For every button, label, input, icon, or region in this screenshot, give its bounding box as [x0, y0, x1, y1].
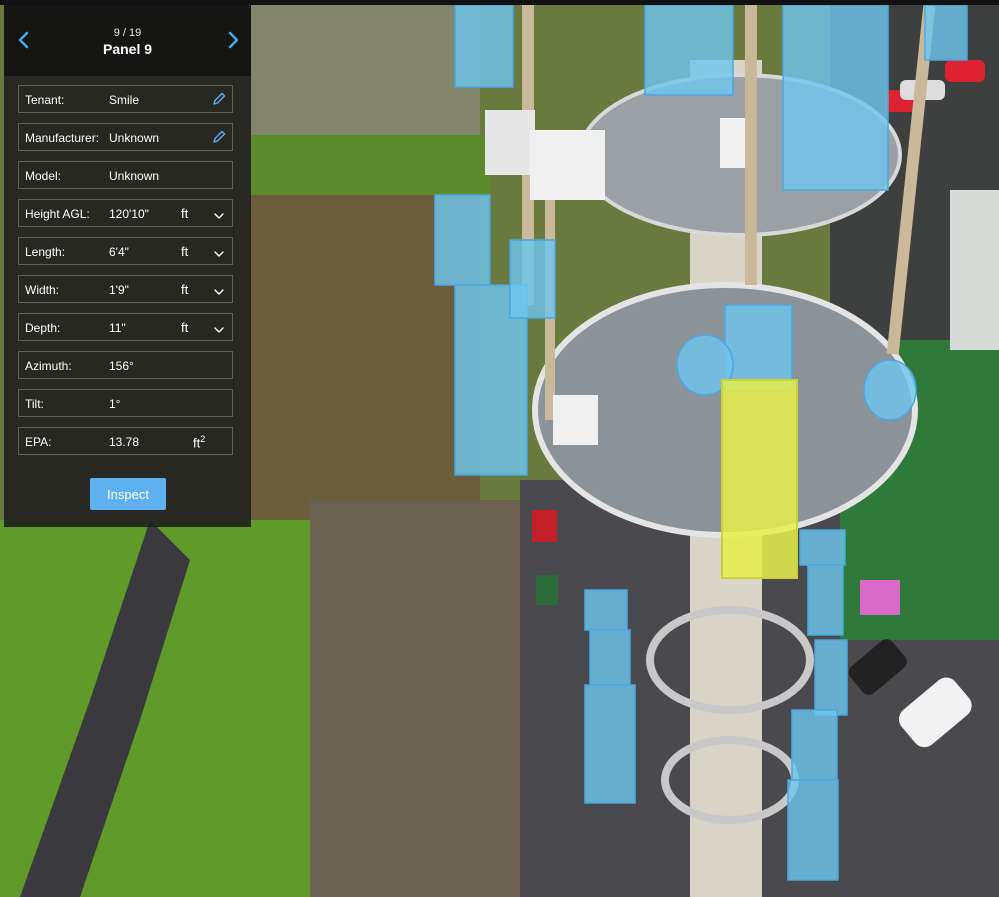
antenna-panel[interactable] — [589, 629, 631, 686]
unit-exponent: 2 — [200, 434, 206, 444]
red-bin — [532, 510, 557, 542]
chevron-down-icon — [214, 251, 224, 257]
antenna-panel[interactable] — [782, 4, 889, 191]
length-field: Length: 6'4" ft — [18, 237, 233, 265]
pencil-icon — [213, 92, 226, 105]
inspect-button[interactable]: Inspect — [90, 478, 166, 510]
unit-dropdown-button[interactable] — [213, 246, 225, 264]
field-value: 1° — [109, 397, 121, 411]
field-label: Length: — [25, 245, 66, 259]
tilt-field: Tilt: 1° — [18, 389, 233, 417]
field-label: Tilt: — [25, 397, 44, 411]
unit-dropdown-button[interactable] — [213, 208, 225, 226]
depth-field: Depth: 11" ft — [18, 313, 233, 341]
red-car-2 — [945, 60, 985, 82]
building — [950, 190, 999, 350]
field-value: Unknown — [109, 131, 160, 145]
antenna-panel[interactable] — [924, 4, 968, 61]
dry-bushes — [310, 500, 530, 897]
antenna-panel[interactable] — [434, 194, 491, 286]
chevron-down-icon — [214, 213, 224, 219]
panel-info-card: 9 / 19 Panel 9 Tenant: Smile Manufacture… — [4, 4, 251, 527]
antenna-panel[interactable] — [509, 239, 556, 319]
field-value: Smile — [109, 93, 140, 107]
width-field: Width: 1'9" ft — [18, 275, 233, 303]
antenna-panel[interactable] — [584, 589, 628, 631]
field-value: 13.78 — [109, 435, 140, 449]
mast-pole-2 — [745, 5, 757, 285]
field-label: Model: — [25, 169, 62, 183]
field-value: Unknown — [109, 169, 160, 183]
antenna-panel[interactable] — [454, 4, 514, 88]
panel-header: 9 / 19 Panel 9 — [4, 4, 251, 77]
model-field: Model: Unknown — [18, 161, 233, 189]
field-value: 120'10" — [109, 207, 149, 221]
field-label: Tenant: — [25, 93, 65, 107]
height-agl-field: Height AGL: 120'10" ft — [18, 199, 233, 227]
tenant-field[interactable]: Tenant: Smile — [18, 85, 233, 113]
field-value: 1'9" — [109, 283, 129, 297]
radio-unit — [485, 110, 535, 175]
edit-manufacturer-button[interactable] — [211, 129, 227, 150]
epa-unit: ft2 — [193, 434, 205, 450]
unit-select[interactable]: ft — [181, 282, 188, 297]
selected-antenna-panel[interactable] — [721, 379, 798, 579]
panel-counter: 9 / 19 — [113, 27, 142, 39]
field-value: 156° — [109, 359, 134, 373]
chevron-right-icon — [228, 31, 239, 49]
chevron-down-icon — [214, 289, 224, 295]
unit-select[interactable]: ft — [181, 320, 188, 335]
edit-tenant-button[interactable] — [211, 91, 227, 112]
field-label: Width: — [25, 283, 60, 297]
antenna-panel[interactable] — [644, 4, 734, 96]
field-label: Height AGL: — [25, 207, 90, 221]
unit-dropdown-button[interactable] — [213, 284, 225, 302]
antenna-panel[interactable] — [791, 709, 838, 781]
field-label: Depth: — [25, 321, 61, 335]
antenna-panel[interactable] — [799, 529, 846, 566]
unit-select[interactable]: ft — [181, 244, 188, 259]
antenna-panel[interactable] — [787, 779, 839, 881]
antenna-panel[interactable] — [814, 639, 848, 716]
grass-strip — [250, 135, 490, 195]
antenna-panel[interactable] — [584, 684, 636, 804]
chevron-down-icon — [214, 327, 224, 333]
field-value: 6'4" — [109, 245, 129, 259]
radio-unit-3 — [553, 395, 598, 445]
epa-field: EPA: 13.78 ft2 — [18, 427, 233, 455]
manufacturer-field[interactable]: Manufacturer: Unknown — [18, 123, 233, 151]
unit-dropdown-button[interactable] — [213, 322, 225, 340]
antenna-panel[interactable] — [807, 564, 844, 636]
green-bin — [536, 575, 558, 605]
antenna-panel[interactable] — [724, 304, 793, 391]
next-panel-button[interactable] — [225, 30, 241, 50]
panel-title: Panel 9 — [102, 41, 153, 57]
field-label: EPA: — [25, 435, 52, 449]
field-label: Manufacturer: — [25, 131, 100, 145]
radio-unit-4 — [720, 118, 745, 168]
field-value: 11" — [109, 321, 126, 335]
pink-bin — [860, 580, 900, 615]
field-label: Azimuth: — [25, 359, 72, 373]
pencil-icon — [213, 130, 226, 143]
trees-top — [250, 0, 480, 140]
antenna-panel[interactable] — [863, 359, 917, 421]
azimuth-field: Azimuth: 156° — [18, 351, 233, 379]
unit-select[interactable]: ft — [181, 206, 188, 221]
radio-unit-2 — [530, 130, 605, 200]
